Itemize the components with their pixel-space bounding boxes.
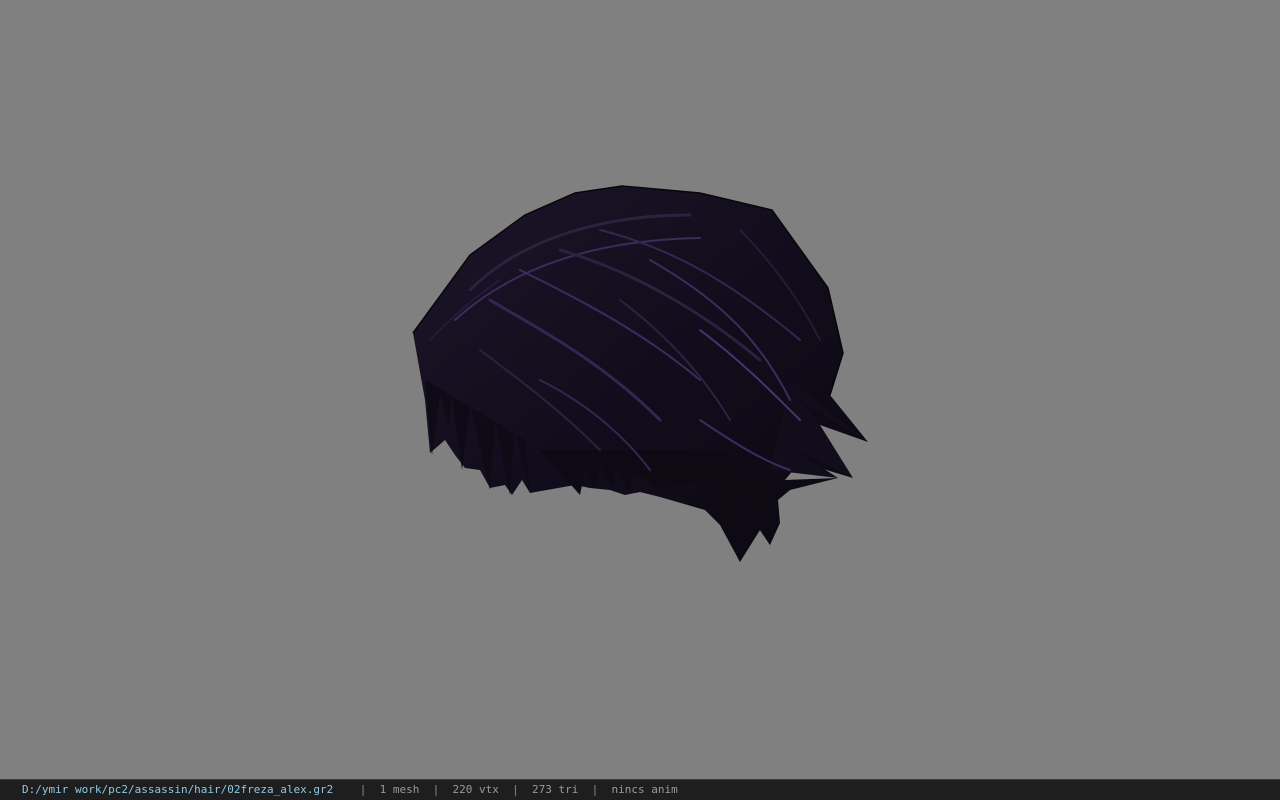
vertex-count: 220 vtx: [452, 783, 499, 796]
hair-model-render: [412, 185, 868, 562]
separator: |: [512, 783, 519, 796]
file-path: D:/ymir work/pc2/assassin/hair/02freza_a…: [22, 783, 334, 796]
separator: |: [591, 783, 599, 796]
separator: |: [432, 783, 440, 796]
status-bar: D:/ymir work/pc2/assassin/hair/02freza_a…: [0, 779, 1280, 800]
animation-status: nincs anim: [611, 783, 678, 796]
3d-viewport[interactable]: [0, 0, 1280, 779]
triangle-count: 273 tri: [532, 783, 579, 796]
separator: |: [359, 783, 367, 796]
mesh-count: 1 mesh: [379, 783, 420, 796]
